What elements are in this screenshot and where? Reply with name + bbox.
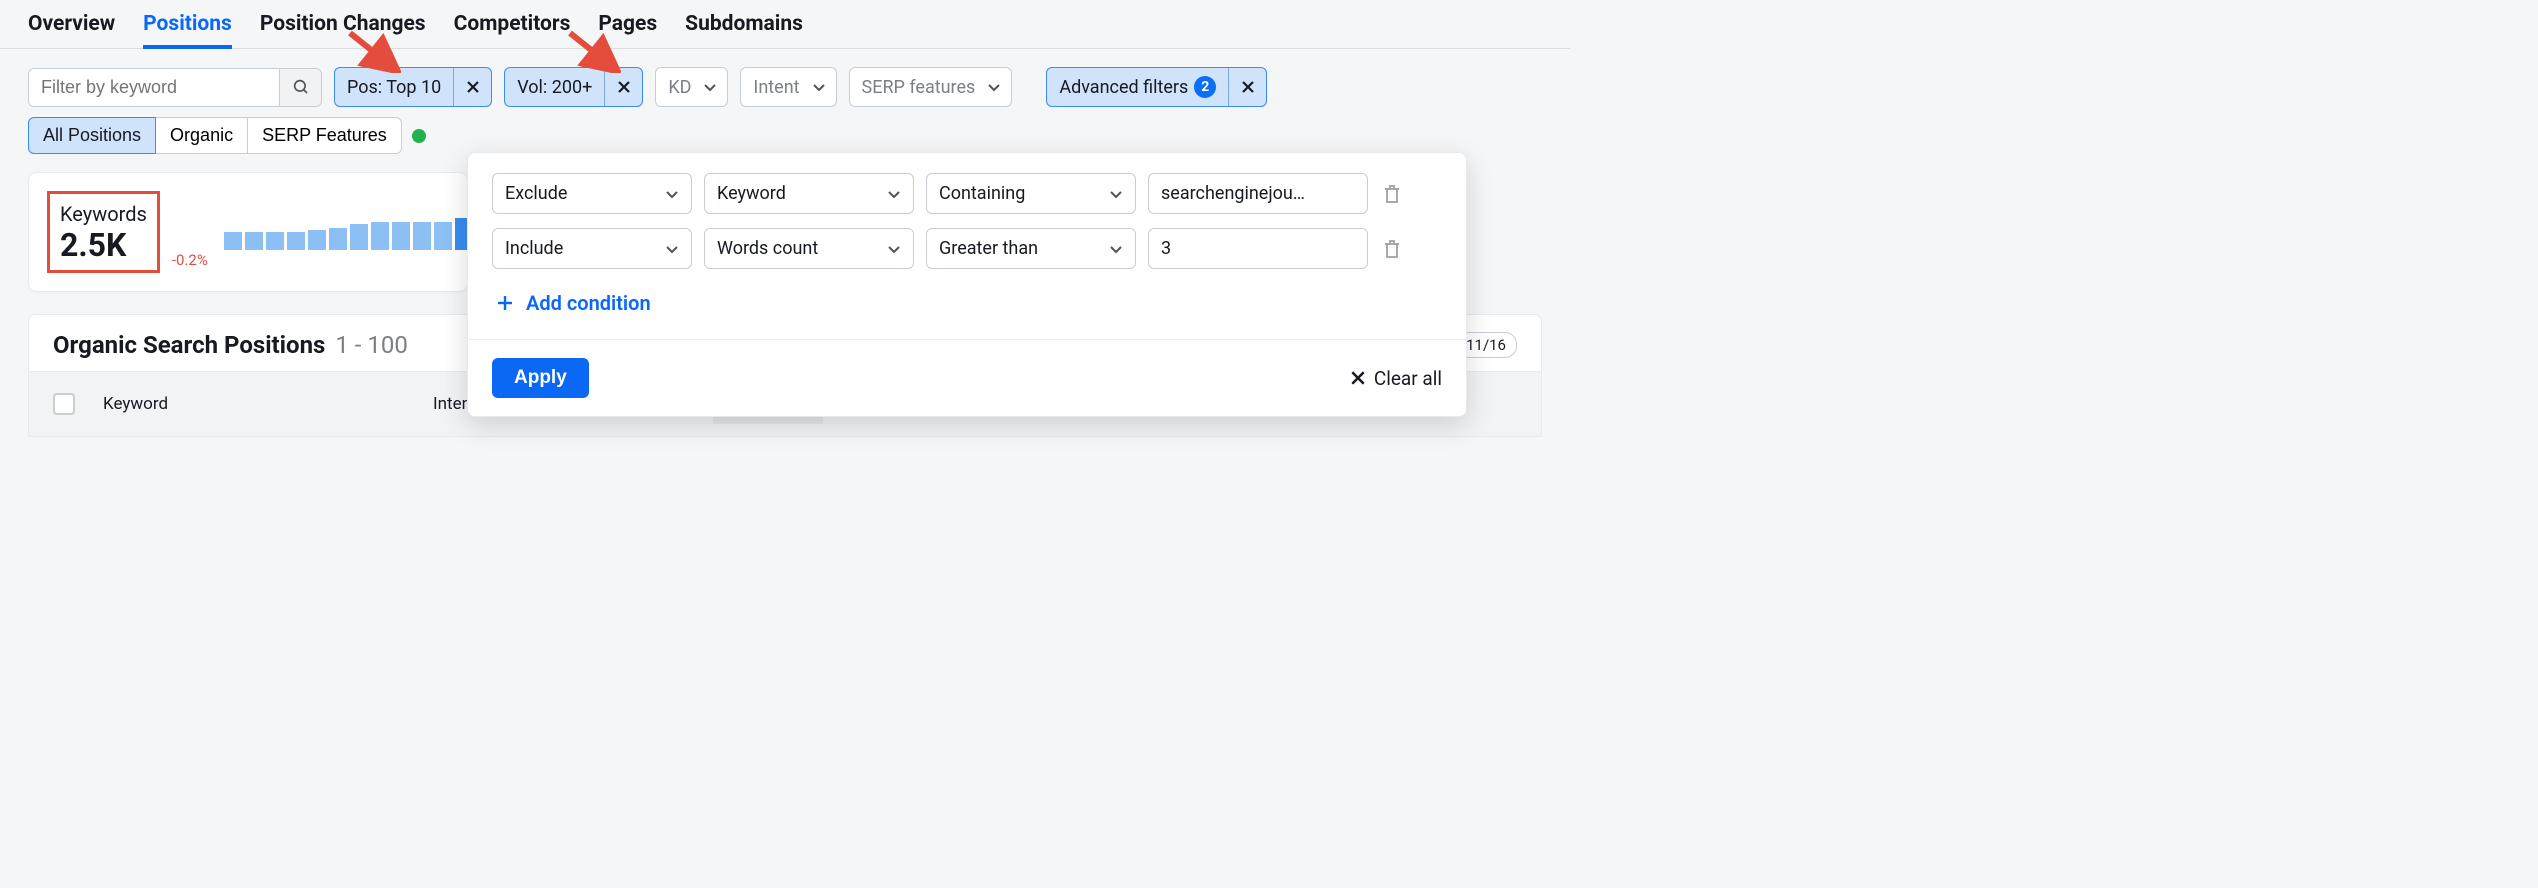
filter-chip-kd[interactable]: KD [655, 67, 728, 107]
condition-operator-value: Containing [939, 183, 1025, 204]
section-title-wrap: Organic Search Positions 1 - 100 [53, 331, 408, 359]
advanced-filters-body: Exclude Keyword Containing searchenginej… [468, 153, 1466, 339]
tab-competitors[interactable]: Competitors [454, 12, 571, 48]
tab-subdomains[interactable]: Subdomains [685, 12, 803, 48]
search-button[interactable] [279, 69, 321, 106]
tab-positions[interactable]: Positions [143, 12, 232, 48]
condition-field-select[interactable]: Words count [704, 228, 914, 269]
condition-delete-button[interactable] [1380, 184, 1404, 204]
close-icon [466, 80, 480, 94]
condition-row-0: Exclude Keyword Containing searchenginej… [492, 173, 1442, 214]
annotation-arrow-vol [566, 29, 621, 73]
condition-field-value: Keyword [717, 183, 786, 204]
clear-all-label: Clear all [1374, 367, 1442, 390]
keywords-sparkline [224, 214, 473, 250]
close-icon [1350, 370, 1366, 386]
advanced-filters-popover: Exclude Keyword Containing searchenginej… [467, 152, 1467, 417]
condition-value-input[interactable]: 3 [1148, 228, 1368, 269]
keywords-stat-card: Keywords 2.5K -0.2% [28, 172, 468, 292]
filter-chip-advanced-label: Advanced filters 2 [1047, 76, 1228, 98]
annotation-arrow-pos [346, 29, 401, 73]
trash-icon [1383, 184, 1401, 204]
filter-keyword-search [28, 68, 322, 107]
filter-keyword-input[interactable] [29, 69, 279, 106]
chevron-down-icon [703, 80, 717, 94]
chevron-down-icon [887, 242, 901, 256]
trash-icon [1383, 239, 1401, 259]
filter-chip-kd-label: KD [656, 77, 703, 98]
filter-chip-vol-label: Vol: 200+ [505, 77, 604, 98]
condition-row-1: Include Words count Greater than 3 [492, 228, 1442, 269]
filter-chip-vol[interactable]: Vol: 200+ [504, 67, 643, 107]
chevron-down-icon [1109, 242, 1123, 256]
condition-action-value: Include [505, 238, 563, 259]
close-icon [1241, 80, 1255, 94]
stat-title: Keywords [60, 202, 147, 226]
chevron-down-icon [665, 187, 679, 201]
clear-all-button[interactable]: Clear all [1350, 367, 1442, 390]
stat-value: 2.5K [60, 226, 147, 264]
filter-chip-vol-remove[interactable] [604, 68, 642, 106]
tab-overview[interactable]: Overview [28, 12, 115, 48]
chevron-down-icon [1109, 187, 1123, 201]
condition-operator-select[interactable]: Containing [926, 173, 1136, 214]
condition-delete-button[interactable] [1380, 239, 1404, 259]
chevron-down-icon [665, 242, 679, 256]
segment-organic[interactable]: Organic [156, 117, 248, 154]
select-all-checkbox[interactable] [53, 393, 75, 415]
filter-chip-serp-features[interactable]: SERP features [849, 67, 1013, 107]
stat-delta: -0.2% [172, 251, 208, 269]
condition-field-value: Words count [717, 238, 818, 259]
filter-chip-pos[interactable]: Pos: Top 10 [334, 67, 492, 107]
condition-action-value: Exclude [505, 183, 567, 204]
plus-icon [496, 294, 514, 312]
filter-bar: Pos: Top 10 Vol: 200+ KD Intent SERP fea… [0, 49, 1570, 117]
condition-action-select[interactable]: Exclude [492, 173, 692, 214]
segment-serp-features[interactable]: SERP Features [248, 117, 402, 154]
add-condition-button[interactable]: Add condition [492, 283, 1442, 331]
status-indicator [412, 129, 426, 143]
section-title: Organic Search Positions [53, 331, 325, 359]
advanced-filters-count-badge: 2 [1194, 76, 1216, 98]
advanced-filters-footer: Apply Clear all [468, 339, 1466, 416]
condition-value-text: searchenginejou… [1161, 183, 1305, 204]
search-icon [292, 78, 310, 96]
condition-value-input[interactable]: searchenginejou… [1148, 173, 1368, 214]
condition-operator-select[interactable]: Greater than [926, 228, 1136, 269]
advanced-filters-text: Advanced filters [1059, 77, 1188, 98]
close-icon [617, 80, 631, 94]
condition-action-select[interactable]: Include [492, 228, 692, 269]
chevron-down-icon [812, 80, 826, 94]
section-range: 1 - 100 [335, 331, 408, 359]
filter-chip-intent-label: Intent [741, 77, 811, 98]
apply-button[interactable]: Apply [492, 358, 589, 398]
filter-chip-advanced[interactable]: Advanced filters 2 [1046, 67, 1267, 107]
filter-chip-intent[interactable]: Intent [740, 67, 836, 107]
condition-value-text: 3 [1161, 238, 1171, 259]
segment-all-positions[interactable]: All Positions [28, 117, 156, 154]
filter-chip-advanced-remove[interactable] [1228, 68, 1266, 106]
filter-chip-pos-label: Pos: Top 10 [335, 77, 453, 98]
column-keyword[interactable]: Keyword [103, 394, 433, 414]
column-checkbox [53, 393, 103, 415]
main-tabs: Overview Positions Position Changes Comp… [0, 0, 1570, 49]
chevron-down-icon [987, 80, 1001, 94]
filter-chip-serp-label: SERP features [850, 77, 988, 98]
condition-field-select[interactable]: Keyword [704, 173, 914, 214]
filter-chip-pos-remove[interactable] [453, 68, 491, 106]
chevron-down-icon [887, 187, 901, 201]
add-condition-label: Add condition [526, 291, 651, 315]
condition-operator-value: Greater than [939, 238, 1038, 259]
keywords-stat-highlight: Keywords 2.5K [47, 191, 160, 273]
